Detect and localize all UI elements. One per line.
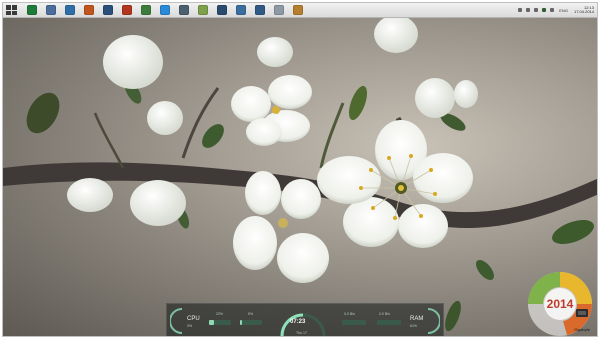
skype-icon[interactable] <box>159 5 170 15</box>
app-icon-11[interactable] <box>216 5 227 15</box>
system-tray: ENG 12:13 17.04.2014 <box>516 3 594 17</box>
volume-icon[interactable] <box>550 8 555 12</box>
app-icon-3[interactable] <box>64 5 75 15</box>
app-icon-15[interactable] <box>292 5 303 15</box>
cpu2-bar-fill <box>240 320 242 325</box>
cpu2-bar <box>240 320 262 325</box>
image-viewer-icon[interactable] <box>197 5 208 15</box>
net-down-value: 0.0 B/s <box>344 312 355 316</box>
window-icon[interactable] <box>273 5 284 15</box>
taskbar: ENG 12:13 17.04.2014 <box>3 3 597 18</box>
paint-icon[interactable] <box>83 5 94 15</box>
cpu-gauge-icon <box>170 308 183 334</box>
cpu1-value: 22% <box>216 312 224 316</box>
app-icon-9[interactable] <box>178 5 189 15</box>
net-up-bar <box>377 320 401 325</box>
excel-icon[interactable] <box>26 5 37 15</box>
shortcut-label: Gigabyte <box>573 327 590 332</box>
cpu-value: 3% <box>187 324 193 328</box>
cpu2-value: 5% <box>248 312 254 316</box>
blossom-wallpaper <box>3 18 597 332</box>
language-indicator[interactable]: ENG <box>559 8 568 13</box>
shortcut-icon <box>576 309 588 317</box>
net-up-value: 0.0 B/s <box>379 312 390 316</box>
tray-icon[interactable] <box>526 8 531 12</box>
globe-icon[interactable] <box>254 5 265 15</box>
clock-date: 17.04.2014 <box>573 9 594 14</box>
cpu-label: CPU <box>187 316 200 322</box>
app-icon-5[interactable] <box>102 5 113 15</box>
tray-icon[interactable] <box>518 8 523 12</box>
tray-clock[interactable]: 12:13 17.04.2014 <box>573 5 594 15</box>
net-down-bar <box>342 320 366 325</box>
media-icon[interactable] <box>121 5 132 15</box>
gadget-date: Thu 17 <box>296 331 307 335</box>
network-icon[interactable] <box>542 8 547 12</box>
ram-value: 61% <box>410 324 418 328</box>
app-icon-12[interactable] <box>235 5 246 15</box>
app-icon-2[interactable] <box>45 5 56 15</box>
wallpaper <box>3 18 597 336</box>
start-button[interactable] <box>6 5 18 15</box>
desktop-screen: ENG 12:13 17.04.2014 2014 CPU 3% 22% 5% … <box>2 2 598 337</box>
desktop-shortcut[interactable]: Gigabyte <box>569 306 595 332</box>
app-icon-7[interactable] <box>140 5 151 15</box>
tray-icon[interactable] <box>534 8 539 12</box>
ram-gauge-icon <box>427 308 440 334</box>
ram-label: RAM <box>410 316 424 322</box>
taskbar-apps <box>22 5 307 15</box>
system-monitor-gadget[interactable]: CPU 3% 22% 5% 07:23 Thu 17 0.0 B/s 0.0 B… <box>166 303 444 336</box>
cpu1-bar-fill <box>209 320 214 325</box>
gadget-time: 07:23 <box>290 319 306 325</box>
